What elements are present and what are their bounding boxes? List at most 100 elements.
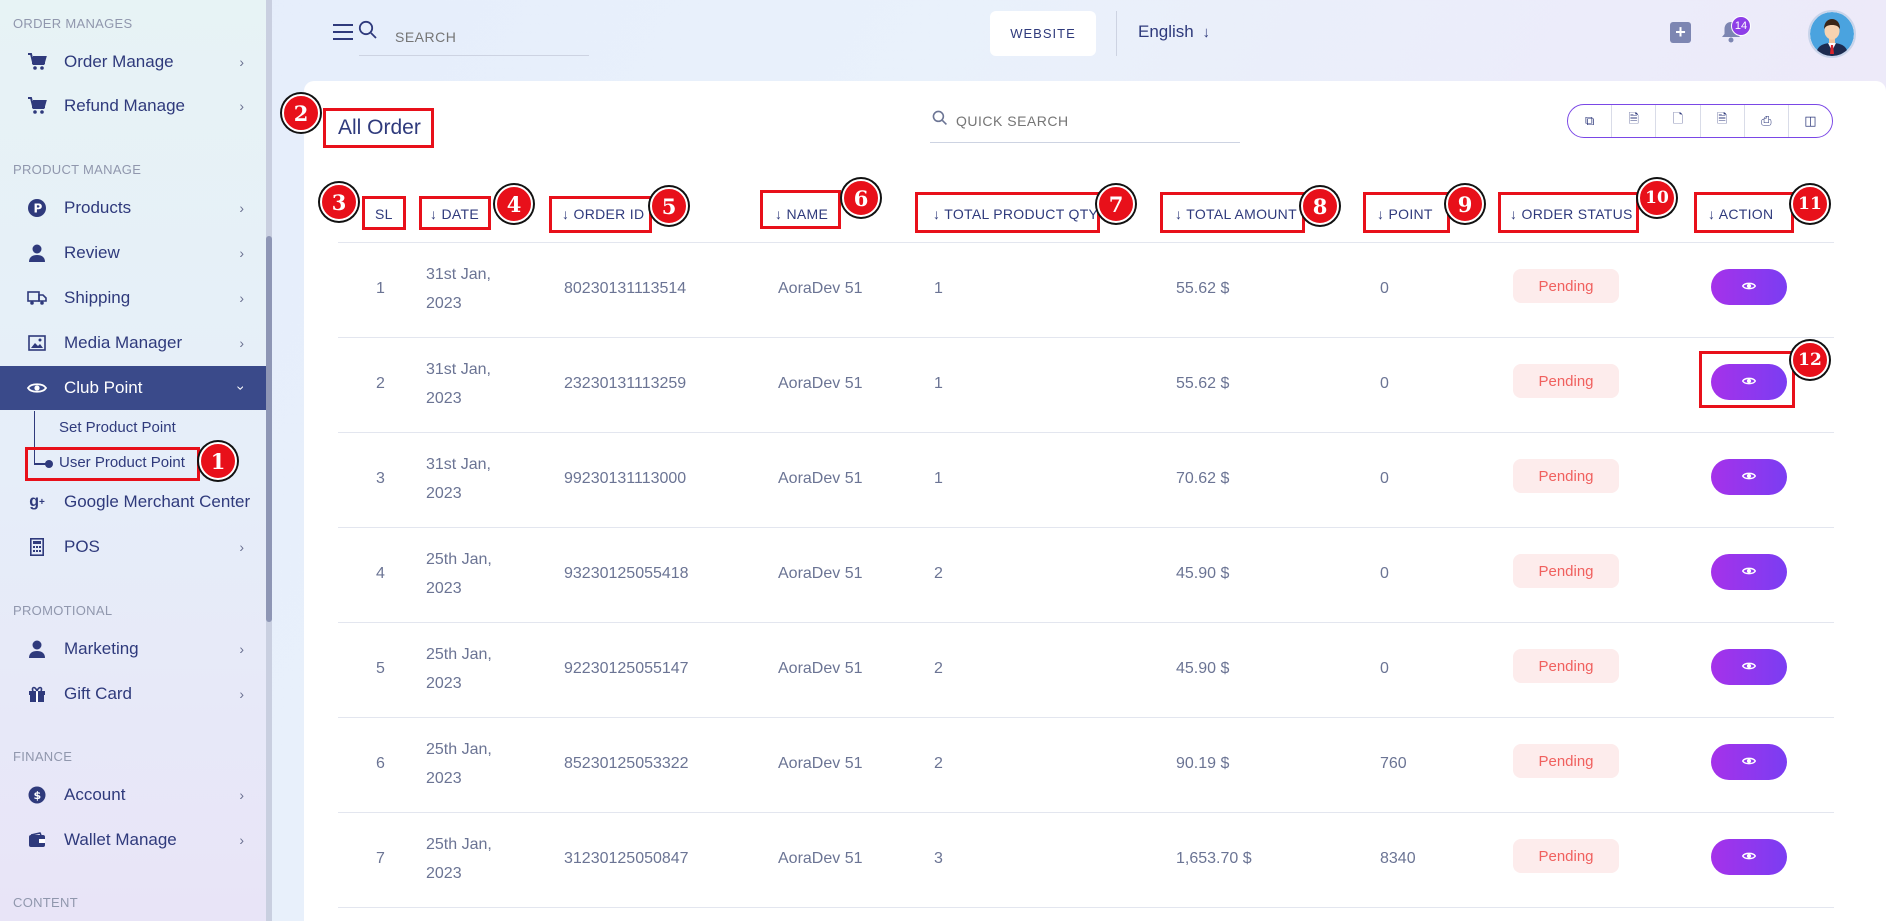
sidebar-item-order-manage[interactable]: Order Manage › xyxy=(0,40,266,84)
section-title-promotional: PROMOTIONAL xyxy=(13,603,113,618)
cell-name: AoraDev 51 xyxy=(778,280,863,297)
sidebar-item-label: Wallet Manage xyxy=(64,830,177,849)
cell-qty: 2 xyxy=(934,565,943,582)
sidebar-item-label: Products xyxy=(64,198,132,217)
product-p-icon: P xyxy=(27,198,47,218)
pdf-button[interactable]: 🗎 xyxy=(1701,105,1745,137)
date-line: 25th Jan, xyxy=(426,551,492,568)
eye-icon xyxy=(1741,848,1757,866)
columns-button[interactable]: ◫ xyxy=(1789,105,1832,137)
cell-sl: 4 xyxy=(376,565,385,582)
hamburger-menu-icon[interactable] xyxy=(333,24,353,40)
date-year: 2023 xyxy=(426,770,462,787)
language-label: English xyxy=(1138,22,1194,41)
cell-point: 0 xyxy=(1380,565,1389,582)
cell-sl: 7 xyxy=(376,850,385,867)
add-icon[interactable]: + xyxy=(1670,22,1691,43)
cell-sl: 3 xyxy=(376,470,385,487)
view-order-button[interactable] xyxy=(1711,459,1787,495)
highlight-box-1 xyxy=(25,447,200,481)
sidebar-item-review[interactable]: Review › xyxy=(0,231,266,275)
date-line: 25th Jan, xyxy=(426,836,492,853)
cell-sl: 2 xyxy=(376,375,385,392)
copy-button[interactable]: ⧉ xyxy=(1568,105,1613,137)
quick-search-input[interactable] xyxy=(930,100,1240,143)
sidebar-item-refund-manage[interactable]: Refund Manage › xyxy=(0,84,266,128)
sidebar-item-wallet-manage[interactable]: Wallet Manage › xyxy=(0,818,266,862)
avatar[interactable] xyxy=(1808,10,1856,58)
scrollbar-thumb[interactable] xyxy=(266,236,272,622)
cell-qty: 1 xyxy=(934,375,943,392)
pdf-file-icon: 🗎 xyxy=(1716,111,1728,126)
sidebar-item-pos[interactable]: POS › xyxy=(0,525,266,569)
sidebar-scrollbar[interactable] xyxy=(266,0,272,921)
view-order-button[interactable] xyxy=(1711,269,1787,305)
sidebar-item-google-merchant-center[interactable]: g + Google Merchant Center xyxy=(0,480,266,524)
highlight-box-10 xyxy=(1498,192,1639,233)
marker-11: 11 xyxy=(1791,185,1829,223)
chevron-down-icon: › xyxy=(233,385,250,391)
view-order-button[interactable] xyxy=(1711,839,1787,875)
language-selector[interactable]: English ↓ xyxy=(1138,22,1210,42)
csv-button[interactable]: 🗋 xyxy=(1656,105,1701,137)
cell-name: AoraDev 51 xyxy=(778,850,863,867)
sidebar-item-shipping[interactable]: Shipping › xyxy=(0,276,266,320)
marker-1: 1 xyxy=(199,442,237,480)
cell-name: AoraDev 51 xyxy=(778,565,863,582)
highlight-box-9 xyxy=(1363,192,1450,233)
cell-point: 0 xyxy=(1380,660,1389,677)
sidebar-item-gift-card[interactable]: Gift Card › xyxy=(0,672,266,716)
cell-name: AoraDev 51 xyxy=(778,375,863,392)
cell-date: 31st Jan, 2023 xyxy=(426,260,491,318)
view-order-button[interactable] xyxy=(1711,649,1787,685)
chevron-right-icon: › xyxy=(239,98,244,114)
excel-button[interactable]: 🗎 xyxy=(1612,105,1657,137)
cell-date: 25th Jan, 2023 xyxy=(426,545,492,603)
date-year: 2023 xyxy=(426,865,462,882)
sidebar-item-label: Google Merchant Center xyxy=(64,492,251,511)
sidebar-item-club-point[interactable]: Club Point › xyxy=(0,366,266,410)
chevron-right-icon: › xyxy=(239,539,244,555)
view-order-button[interactable] xyxy=(1711,554,1787,590)
table-row: 7 25th Jan, 2023 31230125050847 AoraDev 5… xyxy=(338,813,1834,908)
cell-date: 31st Jan, 2023 xyxy=(426,450,491,508)
cell-amount: 70.62 $ xyxy=(1176,470,1230,487)
date-year: 2023 xyxy=(426,485,462,502)
sidebar-item-label: Review xyxy=(64,243,120,262)
section-title-content: CONTENT xyxy=(13,895,78,910)
cell-point: 760 xyxy=(1380,755,1407,772)
cell-date: 31st Jan, 2023 xyxy=(426,355,491,413)
sidebar-item-label: Club Point xyxy=(64,378,143,397)
sidebar-subitem-set-product-point[interactable]: Set Product Point xyxy=(59,419,176,436)
chevron-right-icon: › xyxy=(239,290,244,306)
cell-amount: 90.19 $ xyxy=(1176,755,1230,772)
gift-icon xyxy=(27,684,47,704)
chevron-right-icon: › xyxy=(239,54,244,70)
status-badge: Pending xyxy=(1513,364,1619,398)
eye-icon xyxy=(1741,658,1757,676)
sidebar-item-label: Gift Card xyxy=(64,684,133,703)
print-button[interactable]: ⎙ xyxy=(1745,105,1789,137)
table-row: 2 31st Jan, 2023 23230131113259 AoraDev 5… xyxy=(338,338,1834,433)
date-line: 25th Jan, xyxy=(426,646,492,663)
csv-file-icon: 🗋 xyxy=(1672,111,1684,126)
sidebar-item-products[interactable]: P Products › xyxy=(0,186,266,230)
arrow-down-icon: ↓ xyxy=(1202,24,1211,41)
date-line: 31st Jan, xyxy=(426,456,491,473)
search-input[interactable] xyxy=(359,18,589,56)
cell-qty: 2 xyxy=(934,660,943,677)
website-button[interactable]: WEBSITE xyxy=(990,11,1096,56)
cell-date: 25th Jan, 2023 xyxy=(426,640,492,698)
sidebar-item-account[interactable]: $ Account › xyxy=(0,773,266,817)
sidebar-item-media-manager[interactable]: Media Manager › xyxy=(0,321,266,365)
status-badge: Pending xyxy=(1513,554,1619,588)
cell-name: AoraDev 51 xyxy=(778,660,863,677)
truck-icon xyxy=(27,288,47,308)
highlight-box-2 xyxy=(323,108,434,148)
sidebar-item-marketing[interactable]: Marketing › xyxy=(0,627,266,671)
view-order-button[interactable] xyxy=(1711,744,1787,780)
date-year: 2023 xyxy=(426,295,462,312)
cell-order-id: 99230131113000 xyxy=(564,470,687,487)
date-year: 2023 xyxy=(426,580,462,597)
cell-name: AoraDev 51 xyxy=(778,470,863,487)
